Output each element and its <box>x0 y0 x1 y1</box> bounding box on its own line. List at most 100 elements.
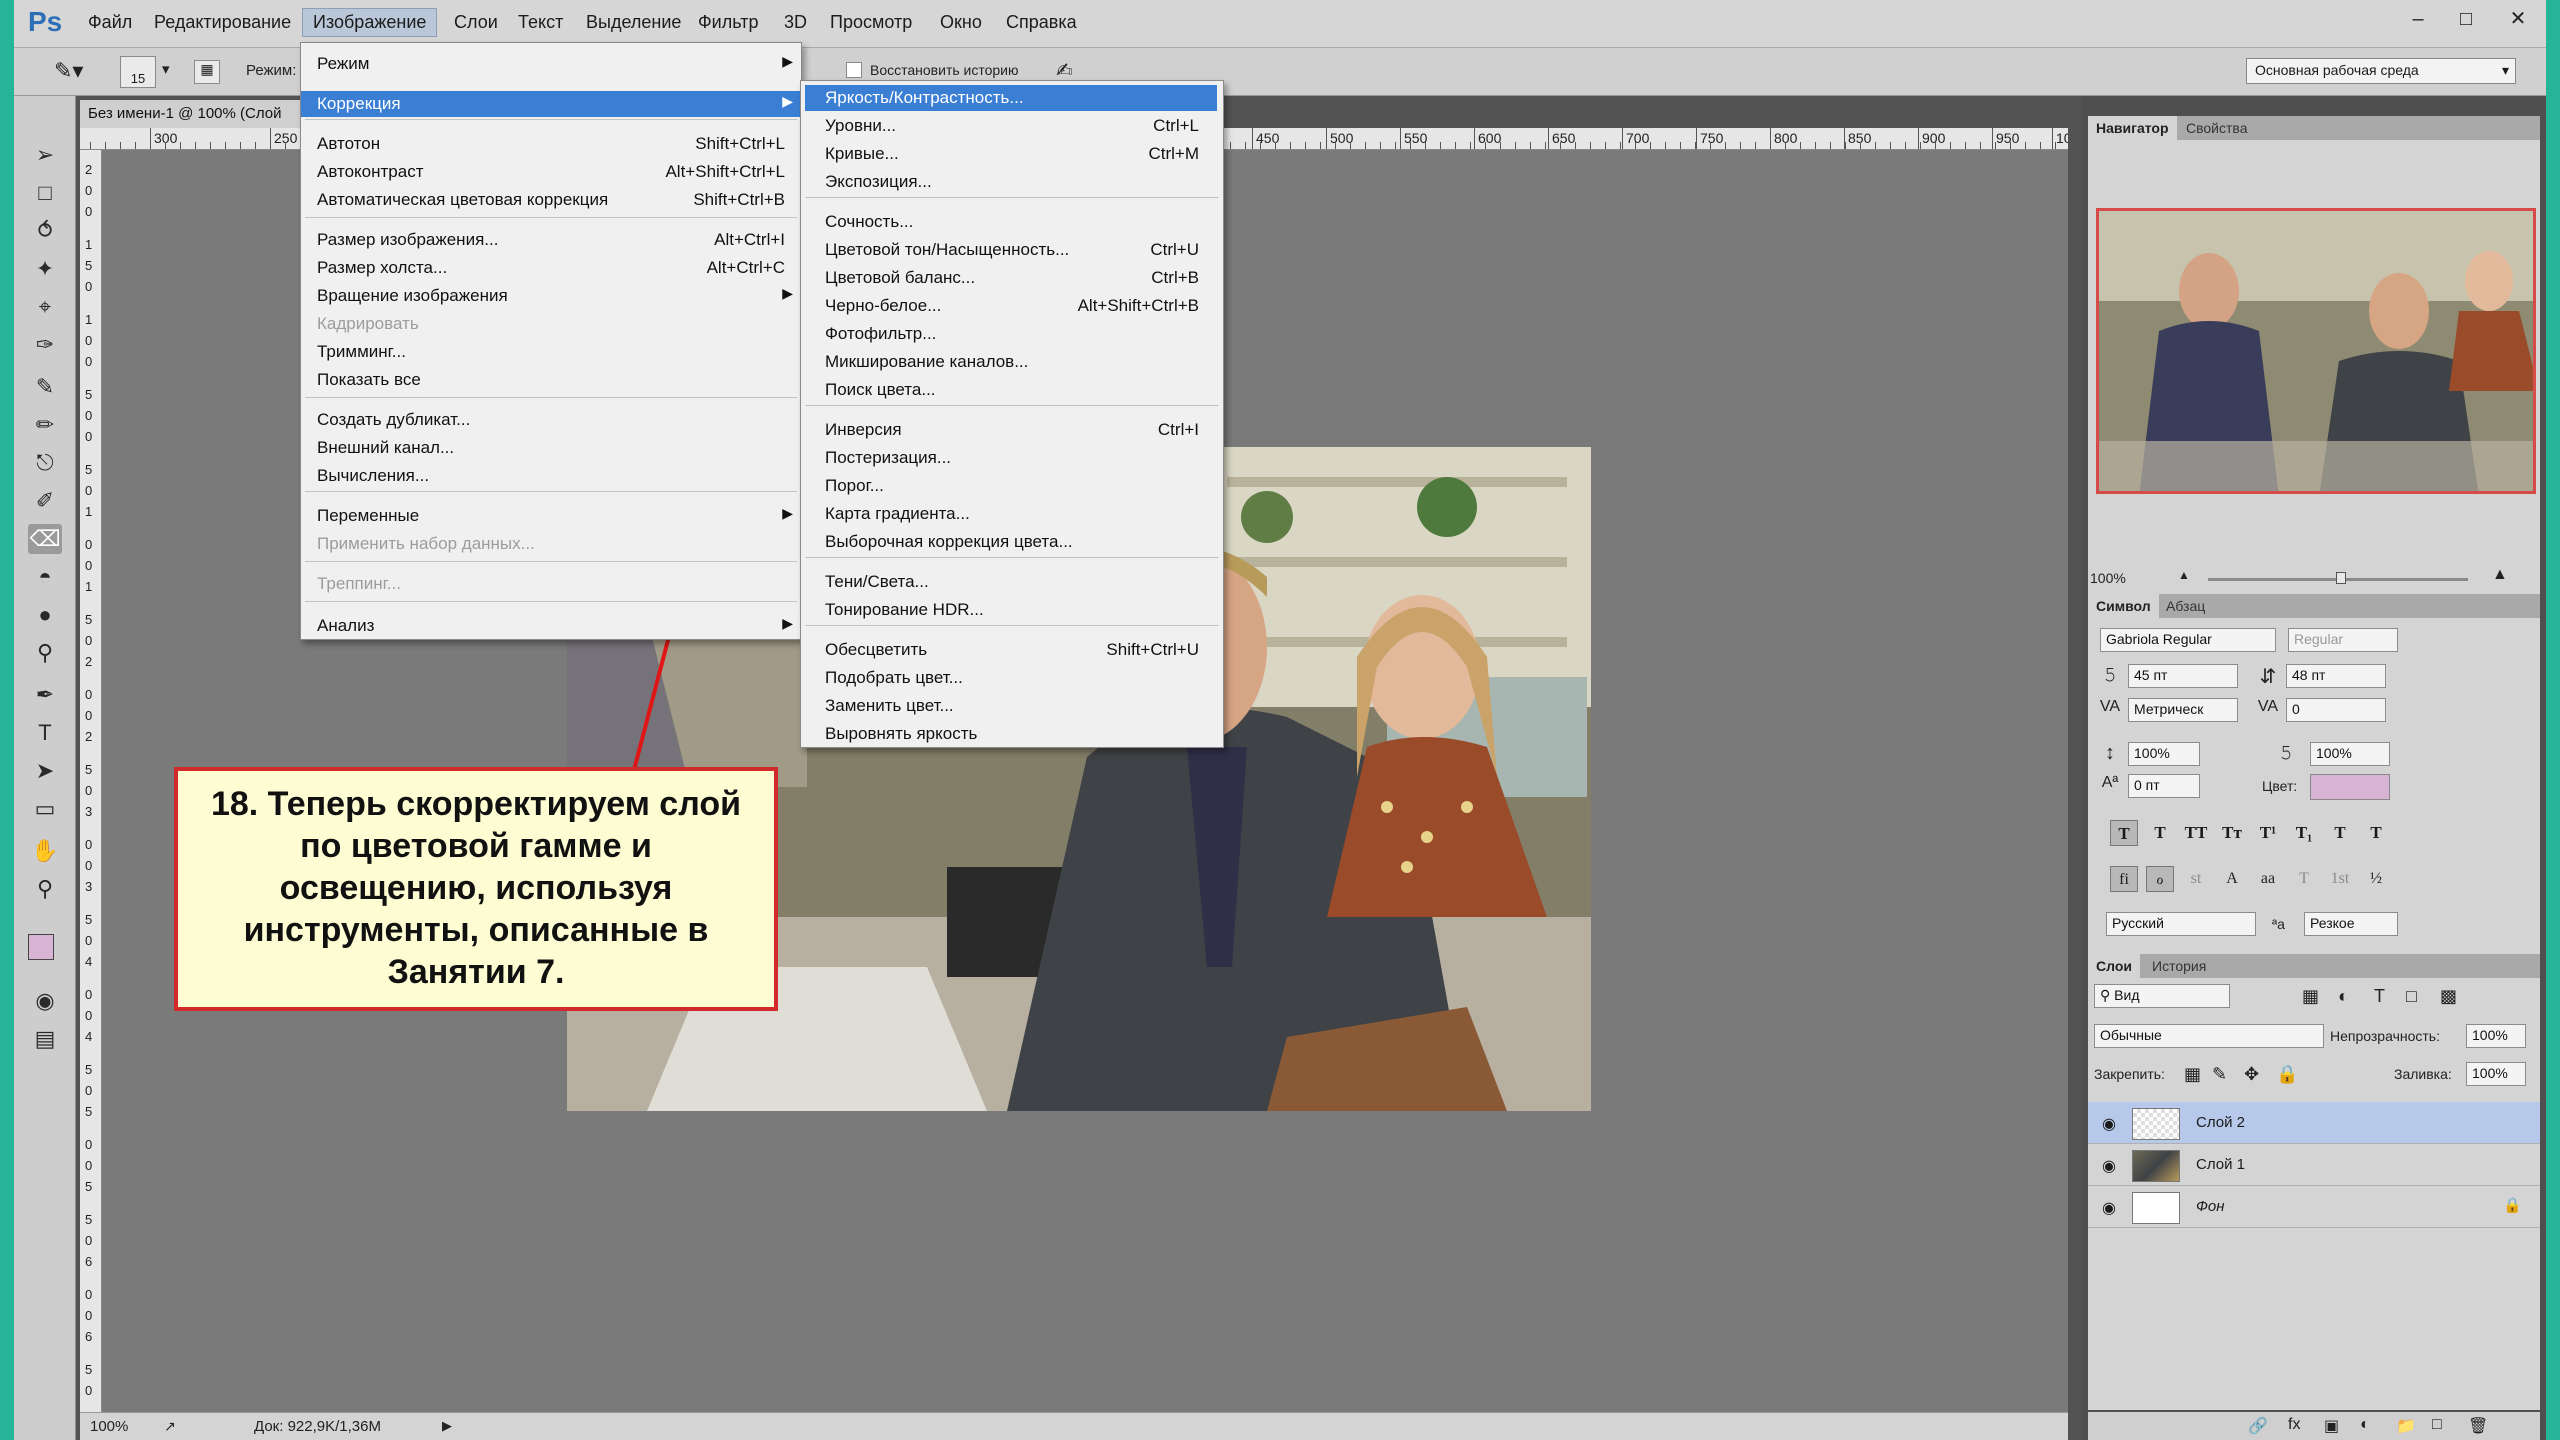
image-menu-item[interactable]: Вычисления... <box>301 463 801 489</box>
correction-menu-item[interactable]: Сочность... <box>805 209 1217 235</box>
image-menu-item[interactable]: Автотон Shift+Ctrl+L <box>301 131 801 157</box>
text-style-button[interactable]: TT <box>2182 820 2210 846</box>
opentype-button[interactable]: T <box>2290 866 2318 892</box>
opentype-button[interactable]: aa <box>2254 866 2282 892</box>
font-family-select[interactable]: Gabriola Regular <box>2100 628 2276 652</box>
tab-character[interactable]: Символ <box>2088 594 2159 618</box>
correction-menu-item[interactable]: Карта градиента... <box>805 501 1217 527</box>
tab-history[interactable]: История <box>2144 954 2214 978</box>
visibility-eye-icon[interactable]: ◉ <box>2102 1198 2116 1218</box>
filter-pixel-icon[interactable]: ▦ <box>2302 986 2319 1007</box>
baseline-shift-field[interactable]: 0 пт <box>2128 774 2200 798</box>
image-menu-item[interactable]: Вращение изображения ▶ <box>301 283 801 309</box>
zoom-in-icon[interactable]: ▲ <box>2492 566 2508 584</box>
correction-menu-item[interactable]: Яркость/Контрастность... <box>805 85 1217 111</box>
correction-menu-item[interactable]: Порог... <box>805 473 1217 499</box>
image-menu-item[interactable]: Режим ▶ <box>301 51 801 77</box>
correction-menu-item[interactable]: Кривые... Ctrl+M <box>805 141 1217 167</box>
layer-row[interactable]: ◉ Слой 1 <box>2088 1144 2540 1186</box>
image-menu-item[interactable]: Размер холста... Alt+Ctrl+C <box>301 255 801 281</box>
add-mask-icon[interactable]: ▣ <box>2324 1416 2339 1436</box>
visibility-eye-icon[interactable]: ◉ <box>2102 1114 2116 1134</box>
tab-properties[interactable]: Свойства <box>2178 116 2255 140</box>
text-style-button[interactable]: T <box>2326 820 2354 846</box>
antialias-select[interactable]: Резкое <box>2304 912 2398 936</box>
tracking-field[interactable]: 0 <box>2286 698 2386 722</box>
opentype-button[interactable]: ½ <box>2362 866 2390 892</box>
image-menu-item[interactable]: Размер изображения... Alt+Ctrl+I <box>301 227 801 253</box>
opacity-field[interactable]: 100% <box>2466 1024 2526 1048</box>
horizontal-scale-field[interactable]: 100% <box>2310 742 2390 766</box>
text-style-button[interactable]: Tт <box>2218 820 2246 846</box>
correction-menu-item[interactable]: Черно-белое... Alt+Shift+Ctrl+B <box>805 293 1217 319</box>
correction-menu-item[interactable]: Поиск цвета... <box>805 377 1217 403</box>
correction-menu-item[interactable]: Инверсия Ctrl+I <box>805 417 1217 443</box>
image-menu-item[interactable]: Создать дубликат... <box>301 407 801 433</box>
visibility-eye-icon[interactable]: ◉ <box>2102 1156 2116 1176</box>
text-style-button[interactable]: T <box>2110 820 2138 846</box>
correction-menu-item[interactable]: Выровнять яркость <box>805 721 1217 747</box>
link-layers-icon[interactable]: 🔗 <box>2248 1416 2268 1436</box>
correction-menu-item[interactable]: Обесцветить Shift+Ctrl+U <box>805 637 1217 663</box>
language-select[interactable]: Русский <box>2106 912 2256 936</box>
vertical-scale-field[interactable]: 100% <box>2128 742 2200 766</box>
zoom-slider-thumb[interactable] <box>2336 572 2346 584</box>
image-menu-item[interactable]: Переменные ▶ <box>301 503 801 529</box>
image-menu-item[interactable]: Анализ ▶ <box>301 613 801 639</box>
layer-style-icon[interactable]: fx <box>2288 1416 2300 1434</box>
correction-menu-item[interactable]: Цветовой тон/Насыщенность... Ctrl+U <box>805 237 1217 263</box>
new-group-icon[interactable]: 📁 <box>2396 1416 2416 1436</box>
lock-pixels-icon[interactable]: ✎ <box>2212 1064 2227 1085</box>
opentype-button[interactable]: 1st <box>2326 866 2354 892</box>
navigator-zoom[interactable]: 100% <box>2090 570 2126 586</box>
image-menu-item[interactable]: Автоматическая цветовая коррекция Shift+C… <box>301 187 801 213</box>
opentype-button[interactable]: st <box>2182 866 2210 892</box>
leading-field[interactable]: 48 пт <box>2286 664 2386 688</box>
layer-filter-select[interactable]: ⚲ Вид <box>2094 984 2230 1008</box>
tab-paragraph[interactable]: Абзац <box>2158 594 2213 618</box>
image-menu-item[interactable]: Коррекция ▶ <box>301 91 801 117</box>
correction-menu-item[interactable]: Цветовой баланс... Ctrl+B <box>805 265 1217 291</box>
adjustment-layer-icon[interactable]: ◐ <box>2360 1416 2370 1434</box>
lock-transparent-icon[interactable]: ▦ <box>2184 1064 2201 1085</box>
correction-menu-item[interactable]: Выборочная коррекция цвета... <box>805 529 1217 555</box>
text-color-swatch[interactable] <box>2310 774 2390 800</box>
kerning-field[interactable]: Метрическ <box>2128 698 2238 722</box>
filter-smart-icon[interactable]: ▩ <box>2440 986 2457 1007</box>
navigator-preview[interactable] <box>2096 208 2536 494</box>
image-menu-item[interactable]: Тримминг... <box>301 339 801 365</box>
zoom-out-icon[interactable]: ▲ <box>2178 568 2190 582</box>
lock-all-icon[interactable]: 🔒 <box>2276 1064 2298 1085</box>
trash-icon[interactable]: 🗑 <box>2468 1416 2488 1436</box>
new-layer-icon[interactable]: □ <box>2432 1416 2442 1434</box>
text-style-button[interactable]: T <box>2362 820 2390 846</box>
text-style-button[interactable]: T <box>2146 820 2174 846</box>
tab-navigator[interactable]: Навигатор <box>2088 116 2177 140</box>
correction-menu-item[interactable]: Тени/Света... <box>805 569 1217 595</box>
opentype-button[interactable]: ℴ <box>2146 866 2174 892</box>
font-style-select[interactable]: Regular <box>2288 628 2398 652</box>
text-style-button[interactable]: T₁ <box>2290 820 2318 846</box>
filter-shape-icon[interactable]: □ <box>2406 986 2417 1007</box>
correction-menu-item[interactable]: Экспозиция... <box>805 169 1217 195</box>
layer-row[interactable]: ◉ Фон 🔒 <box>2088 1186 2540 1228</box>
opentype-button[interactable]: A <box>2218 866 2246 892</box>
correction-menu-item[interactable]: Уровни... Ctrl+L <box>805 113 1217 139</box>
layer-row[interactable]: ◉ Слой 2 <box>2088 1102 2540 1144</box>
text-style-button[interactable]: T¹ <box>2254 820 2282 846</box>
filter-adjustment-icon[interactable]: ◐ <box>2338 986 2349 1007</box>
correction-menu-item[interactable]: Заменить цвет... <box>805 693 1217 719</box>
filter-type-icon[interactable]: T <box>2374 986 2385 1007</box>
image-menu-item[interactable]: Показать все <box>301 367 801 393</box>
correction-menu-item[interactable]: Постеризация... <box>805 445 1217 471</box>
correction-menu-item[interactable]: Фотофильтр... <box>805 321 1217 347</box>
image-menu-item[interactable]: Автоконтраст Alt+Shift+Ctrl+L <box>301 159 801 185</box>
correction-menu-item[interactable]: Микширование каналов... <box>805 349 1217 375</box>
font-size-field[interactable]: 45 пт <box>2128 664 2238 688</box>
tab-layers[interactable]: Слои <box>2088 954 2140 978</box>
lock-position-icon[interactable]: ✥ <box>2244 1064 2259 1085</box>
fill-field[interactable]: 100% <box>2466 1062 2526 1086</box>
blend-mode-select[interactable]: Обычные <box>2094 1024 2324 1048</box>
correction-menu-item[interactable]: Тонирование HDR... <box>805 597 1217 623</box>
opentype-button[interactable]: fi <box>2110 866 2138 892</box>
